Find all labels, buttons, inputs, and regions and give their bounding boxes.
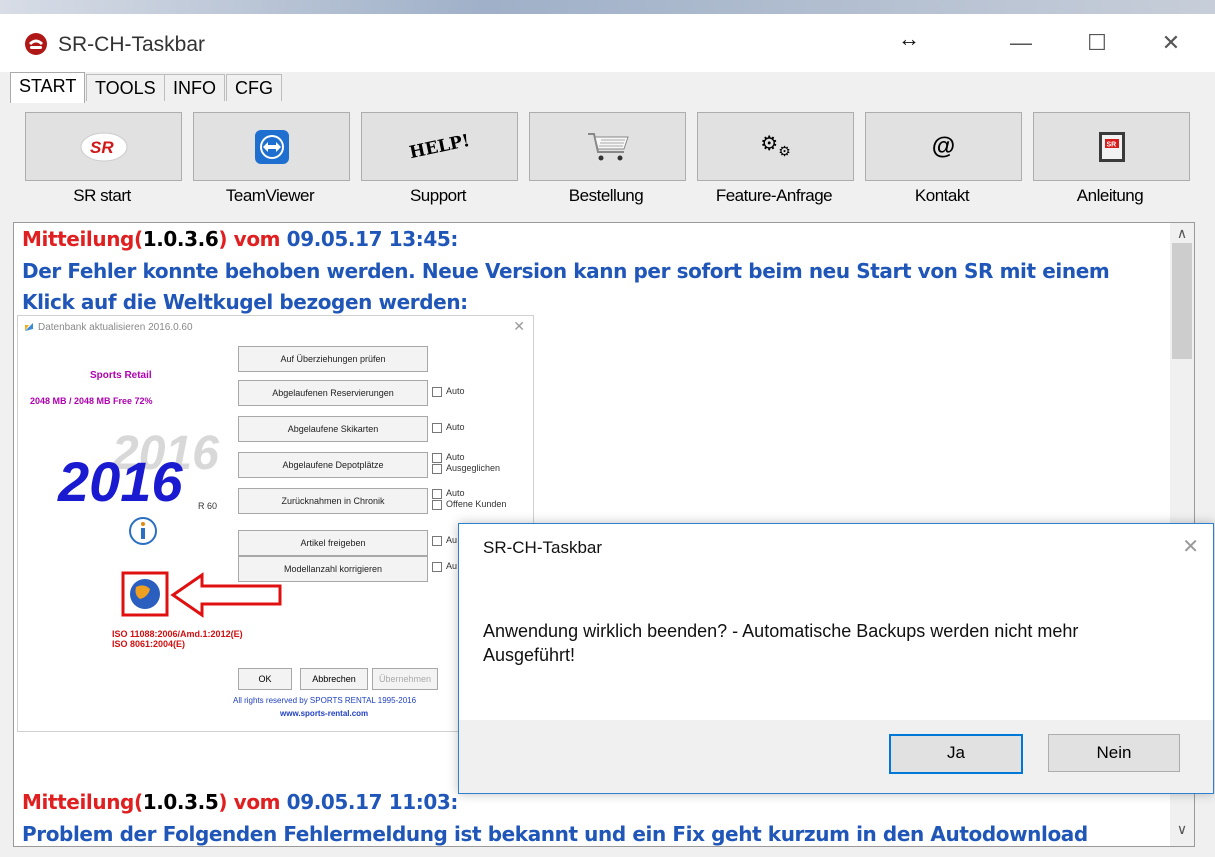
teamviewer-label: TeamViewer xyxy=(225,186,315,205)
feature-anfrage-button[interactable]: ⚙⚙ xyxy=(697,112,854,181)
message-body: Der Fehler konnte behoben werden. Neue V… xyxy=(22,259,1110,314)
teamviewer-button[interactable] xyxy=(193,112,350,181)
svg-text:SR: SR xyxy=(90,138,114,157)
maximize-button[interactable]: ☐ xyxy=(1074,26,1120,60)
embedded-rights: All rights reserved by SPORTS RENTAL 199… xyxy=(233,696,417,705)
dialog-title-bar[interactable]: SR-CH-Taskbar ✕ xyxy=(459,524,1213,570)
support-button[interactable]: HELP! xyxy=(361,112,518,181)
message-body: Problem der Folgenden Fehlermeldung ist … xyxy=(22,822,1088,846)
minimize-button[interactable]: — xyxy=(998,26,1044,60)
support-label: Support xyxy=(409,186,467,205)
embedded-checkbox: Au xyxy=(432,535,457,546)
no-button[interactable]: Nein xyxy=(1048,734,1180,772)
scroll-thumb[interactable] xyxy=(1172,243,1192,359)
embedded-button: Abgelaufene Depotplätze xyxy=(238,452,428,478)
tab-cfg[interactable]: CFG xyxy=(226,74,282,101)
embedded-button: Auf Überziehungen prüfen xyxy=(238,346,428,372)
help-icon: HELP! xyxy=(407,130,472,163)
bestellung-button[interactable] xyxy=(529,112,686,181)
sr-logo-icon: SR xyxy=(80,132,127,161)
embedded-checkbox: Au xyxy=(432,561,457,572)
anleitung-button[interactable]: SR xyxy=(1033,112,1190,181)
scroll-up-icon[interactable]: ∧ xyxy=(1170,225,1194,245)
anleitung-label: Anleitung xyxy=(1076,186,1144,205)
resize-icon: ↔ xyxy=(898,26,920,51)
confirm-dialog: SR-CH-Taskbar ✕ Anwendung wirklich beend… xyxy=(458,523,1214,794)
dialog-title: SR-CH-Taskbar xyxy=(483,538,603,557)
info-icon xyxy=(129,517,157,545)
embedded-checkbox: Ausgeglichen xyxy=(432,463,500,474)
tab-start[interactable]: START xyxy=(10,72,86,103)
embedded-button: Abgelaufene Skikarten xyxy=(238,416,428,442)
dialog-body: Anwendung wirklich beenden? - Automatisc… xyxy=(459,570,1213,720)
embedded-title: Datenbank aktualisieren 2016.0.60 xyxy=(38,322,193,333)
embedded-year: 2016 xyxy=(58,450,183,513)
dialog-message: Anwendung wirklich beenden? - Automatisc… xyxy=(483,621,1079,665)
tab-tools[interactable]: TOOLS xyxy=(86,74,165,101)
svg-text:SR: SR xyxy=(1106,141,1116,148)
embedded-ok: OK xyxy=(238,668,292,690)
title-bar[interactable]: SR-CH-Taskbar ↔ — ☐ ✕ xyxy=(0,14,1215,72)
embedded-version: R 60 xyxy=(198,501,218,511)
sr-start-label: SR start xyxy=(73,186,131,205)
embedded-iso: ISO 11088:2006/Amd.1:2012(E) ISO 8061:20… xyxy=(112,629,243,649)
manual-icon: SR xyxy=(1098,131,1125,162)
embedded-checkbox: Auto xyxy=(432,386,465,397)
embedded-memory: 2048 MB / 2048 MB Free 72% xyxy=(30,396,153,406)
app-icon xyxy=(25,33,47,55)
embedded-apply: Übernehmen xyxy=(372,668,438,690)
embedded-checkbox: Auto xyxy=(432,488,465,499)
yes-button[interactable]: Ja xyxy=(889,734,1023,774)
kontakt-label: Kontakt xyxy=(914,186,970,205)
app-window: SR-CH-Taskbar ↔ — ☐ ✕ START TOOLS INFO C… xyxy=(0,14,1215,857)
embedded-screenshot: Datenbank aktualisieren 2016.0.60 ✕ Spor… xyxy=(17,315,534,732)
embedded-url: www.sports-rental.com xyxy=(280,709,369,718)
teamviewer-icon xyxy=(254,129,289,164)
bestellung-label: Bestellung xyxy=(568,186,644,205)
embedded-button: Artikel freigeben xyxy=(238,530,428,556)
dialog-close-icon[interactable]: ✕ xyxy=(1182,534,1199,559)
close-button[interactable]: ✕ xyxy=(1148,26,1194,60)
kontakt-button[interactable]: @ xyxy=(865,112,1022,181)
window-title: SR-CH-Taskbar xyxy=(58,33,206,56)
feature-anfrage-label: Feature-Anfrage xyxy=(715,186,833,205)
embedded-checkbox: Auto xyxy=(432,422,465,433)
embedded-checkbox: Offene Kunden xyxy=(432,499,506,510)
desktop-top-edge xyxy=(0,0,1215,14)
gears-icon: ⚙⚙ xyxy=(760,132,791,159)
scroll-down-icon[interactable]: ∨ xyxy=(1170,821,1194,841)
update-icon xyxy=(25,323,33,331)
cart-icon xyxy=(587,132,629,160)
embedded-button: Zurücknahmen in Chronik xyxy=(238,488,428,514)
embedded-button: Abgelaufenen Reservierungen xyxy=(238,380,428,406)
embedded-checkbox: Auto xyxy=(432,452,465,463)
message-header: Mitteilung(1.0.3.6) vom 09.05.17 13:45: xyxy=(22,227,458,251)
message-header: Mitteilung(1.0.3.5) vom 09.05.17 11:03: xyxy=(22,790,458,814)
embedded-brand: Sports Retail xyxy=(90,370,152,381)
at-icon: @ xyxy=(931,132,956,160)
embedded-close-icon: ✕ xyxy=(513,318,525,334)
tab-info[interactable]: INFO xyxy=(164,74,225,101)
sr-start-button[interactable]: SR xyxy=(25,112,182,181)
embedded-cancel: Abbrechen xyxy=(300,668,368,690)
